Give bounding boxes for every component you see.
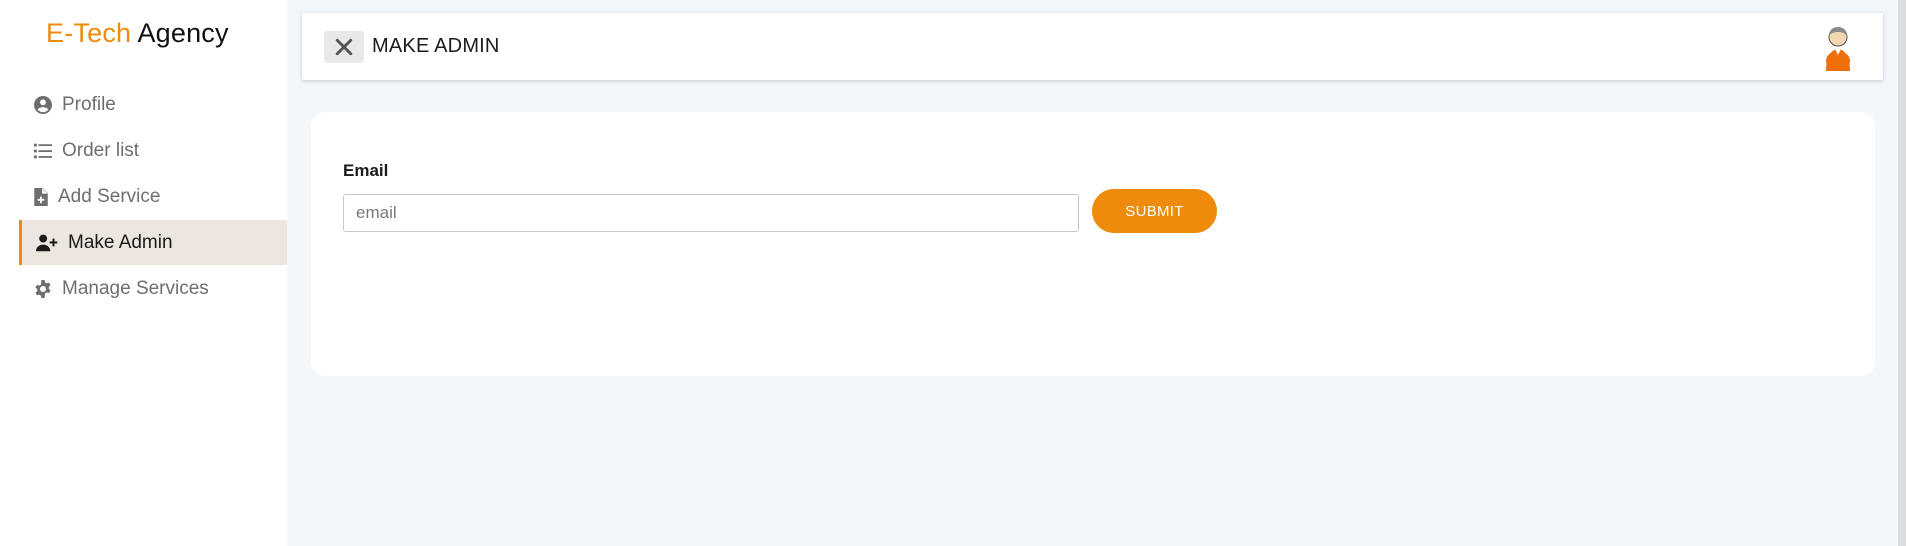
- sidebar-item-label: Add Service: [58, 185, 161, 207]
- sidebar-nav: Profile Order list Add Service Make Admi…: [19, 82, 287, 312]
- scrollbar[interactable]: [1898, 0, 1906, 546]
- close-icon: [335, 38, 353, 56]
- email-label: Email: [343, 161, 389, 180]
- sidebar-item-label: Profile: [62, 93, 116, 115]
- user-avatar-icon[interactable]: [1823, 25, 1853, 71]
- sidebar-item-order-list[interactable]: Order list: [19, 128, 287, 173]
- file-plus-icon: [34, 187, 48, 206]
- sidebar: E-Tech Agency Profile Order list Add Ser…: [0, 0, 287, 546]
- user-circle-icon: [34, 95, 52, 114]
- sidebar-item-add-service[interactable]: Add Service: [19, 174, 287, 219]
- top-header: MAKE ADMIN: [302, 13, 1883, 80]
- user-plus-icon: [36, 234, 58, 252]
- gear-icon: [34, 279, 52, 298]
- sidebar-item-profile[interactable]: Profile: [19, 82, 287, 127]
- submit-button[interactable]: SUBMIT: [1092, 189, 1217, 233]
- brand-rest: Agency: [131, 18, 229, 48]
- sidebar-item-make-admin[interactable]: Make Admin: [19, 220, 287, 265]
- close-button[interactable]: [324, 31, 364, 63]
- page-title: MAKE ADMIN: [372, 35, 500, 57]
- sidebar-item-label: Manage Services: [62, 277, 209, 299]
- sidebar-item-label: Make Admin: [68, 231, 173, 253]
- sidebar-item-label: Order list: [62, 139, 140, 161]
- email-field[interactable]: [343, 194, 1079, 232]
- brand-logo[interactable]: E-Tech Agency: [46, 18, 229, 49]
- sidebar-item-manage-services[interactable]: Manage Services: [19, 266, 287, 311]
- make-admin-form-card: Email SUBMIT: [311, 112, 1875, 376]
- brand-accent: E-Tech: [46, 18, 132, 48]
- list-icon: [34, 142, 52, 160]
